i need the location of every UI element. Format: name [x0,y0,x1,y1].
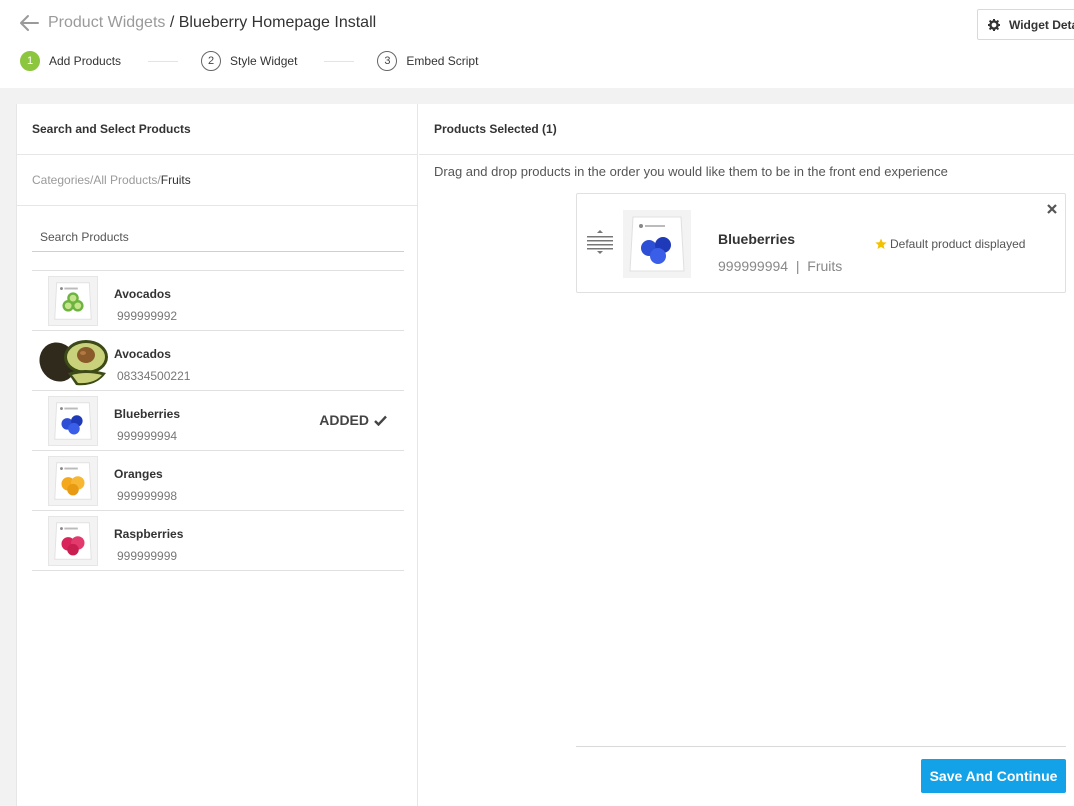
widget-details-button[interactable]: Widget Details [977,9,1074,40]
page-header: Product Widgets / Blueberry Homepage Ins… [0,0,1074,88]
search-field [32,222,404,252]
back-arrow-icon[interactable] [18,12,40,34]
selected-product-category: Fruits [807,258,843,274]
drag-instruction: Drag and drop products in the order you … [434,164,948,179]
footer-divider [576,746,1066,747]
product-sku: 999999999 [117,549,178,563]
product-sku: 08334500221 [117,369,191,383]
crumb-all-products[interactable]: All Products [93,173,157,187]
product-name: Avocados [114,287,171,301]
stepper: 1 Add Products 2 Style Widget 3 Embed Sc… [20,50,478,72]
breadcrumb-parent-link[interactable]: Product Widgets [48,14,165,31]
step-label: Embed Script [406,54,479,68]
product-search-panel: Search and Select Products Categories / … [16,104,418,806]
product-row[interactable]: Raspberries 999999999 [32,511,404,571]
drag-handle-icon[interactable] [586,230,614,254]
product-row[interactable]: Avocados 999999992 [32,271,404,331]
step-number: 1 [20,51,40,71]
raspberry-pouch-thumbnail [48,516,98,566]
selected-product-sku: 999999994 [718,258,789,274]
avocado-photo-thumbnail [39,340,108,386]
background-gutter [0,104,16,806]
step-number: 2 [201,51,222,71]
search-input[interactable] [32,222,404,251]
kiwi-pouch-thumbnail [48,276,98,326]
search-panel-title: Search and Select Products [17,104,417,155]
crumb-categories[interactable]: Categories [32,173,90,187]
product-sku: 999999998 [117,489,178,503]
step-number: 3 [377,51,398,71]
checkmark-icon [374,415,387,426]
widget-details-label: Widget Details [1009,17,1074,32]
category-breadcrumb: Categories / All Products / Fruits [17,155,417,206]
step-connector [324,60,355,62]
background-band [0,88,1074,104]
crumb-current: Fruits [160,173,191,187]
product-row[interactable]: Avocados 08334500221 [32,331,404,391]
selected-panel-title: Products Selected (1) [419,104,1074,155]
gear-icon [988,18,1000,31]
selected-product-name: Blueberries [718,231,796,247]
step-style-widget[interactable]: 2 Style Widget [201,51,297,71]
product-sku: 999999992 [117,309,178,323]
breadcrumb-separator: / [165,14,179,31]
default-product-label: Default product displayed [890,237,1026,251]
product-name: Blueberries [114,407,181,421]
star-icon [875,238,887,249]
blueberry-pouch-thumbnail [48,396,98,446]
selected-product-card[interactable]: Blueberries 999999994 | Fruits Default p… [576,193,1066,293]
product-name: Oranges [114,467,163,481]
added-label: ADDED [319,412,369,428]
close-icon[interactable] [1046,203,1058,215]
added-badge: ADDED [319,412,387,428]
product-name: Raspberries [114,527,184,541]
save-and-continue-button[interactable]: Save And Continue [921,759,1066,793]
product-row[interactable]: Blueberries 999999994 ADDED [32,391,404,451]
breadcrumb: Product Widgets / Blueberry Homepage Ins… [48,14,376,32]
product-sku: 999999994 [117,429,178,443]
default-product-indicator[interactable]: Default product displayed [875,237,1025,251]
step-add-products[interactable]: 1 Add Products [20,51,121,71]
product-name: Avocados [114,347,171,361]
meta-separator: | [788,258,808,274]
page-title: Blueberry Homepage Install [178,14,377,31]
step-embed-script[interactable]: 3 Embed Script [377,51,478,71]
step-connector [148,60,179,62]
blueberry-pouch-image [623,210,691,278]
step-label: Style Widget [230,54,298,68]
selected-product-meta: 999999994 | Fruits [718,258,842,274]
step-label: Add Products [49,54,122,68]
product-list: Avocados 999999992 Avocados 08334500221 [32,270,404,571]
orange-pouch-thumbnail [48,456,98,506]
product-row[interactable]: Oranges 999999998 [32,451,404,511]
selected-products-panel: Products Selected (1) Drag and drop prod… [419,104,1074,806]
